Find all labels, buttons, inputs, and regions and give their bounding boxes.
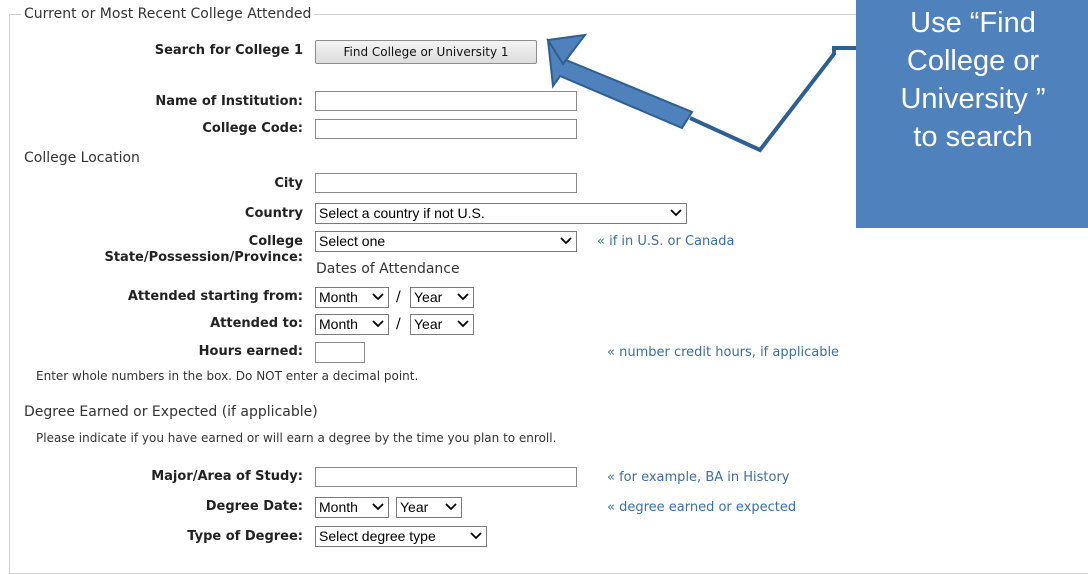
- state-select[interactable]: Select one: [315, 231, 577, 252]
- degree-year-value: Year: [400, 499, 429, 515]
- major-input[interactable]: [315, 467, 577, 487]
- search-college-label: Search for College 1: [154, 43, 303, 58]
- chevron-down-icon: [457, 320, 469, 328]
- degree-type-select[interactable]: Select degree type: [315, 526, 487, 547]
- from-month-value: Month: [319, 289, 358, 305]
- college-state-label: College: [248, 234, 303, 249]
- degree-type-value: Select degree type: [319, 528, 436, 544]
- chevron-down-icon: [372, 503, 384, 511]
- instruction-callout: Use “Find College or University ” to sea…: [856, 0, 1088, 228]
- hours-earned-input[interactable]: [315, 342, 365, 363]
- college-code-label: College Code:: [202, 121, 303, 136]
- degree-title: Degree Earned or Expected (if applicable…: [24, 404, 318, 420]
- hours-note: Enter whole numbers in the box. Do NOT e…: [36, 369, 419, 383]
- callout-line-2: College or: [906, 45, 1040, 77]
- to-year-value: Year: [414, 316, 443, 332]
- institution-name-input[interactable]: [315, 91, 577, 111]
- college-code-input[interactable]: [315, 119, 577, 139]
- to-month-value: Month: [319, 316, 358, 332]
- chevron-down-icon: [372, 293, 384, 301]
- find-college-button[interactable]: Find College or University 1: [315, 40, 537, 64]
- major-hint: « for example, BA in History: [607, 470, 790, 485]
- country-select[interactable]: Select a country if not U.S.: [315, 203, 687, 224]
- degree-date-label: Degree Date:: [205, 499, 303, 514]
- callout-line-3: University ”: [900, 83, 1046, 115]
- chevron-down-icon: [457, 293, 469, 301]
- degree-note: Please indicate if you have earned or wi…: [36, 431, 557, 445]
- college-location-title: College Location: [24, 150, 140, 166]
- date-separator: /: [396, 316, 401, 332]
- fieldset-legend: Current or Most Recent College Attended: [21, 6, 315, 22]
- country-select-value: Select a country if not U.S.: [319, 205, 485, 221]
- degree-month-value: Month: [319, 499, 358, 515]
- state-hint: « if in U.S. or Canada: [597, 234, 735, 249]
- major-label: Major/Area of Study:: [151, 469, 303, 484]
- institution-name-label: Name of Institution:: [155, 94, 303, 109]
- degree-type-label: Type of Degree:: [187, 529, 303, 544]
- chevron-down-icon: [670, 209, 682, 217]
- date-separator: /: [396, 289, 401, 305]
- degree-date-hint: « degree earned or expected: [607, 500, 797, 515]
- chevron-down-icon: [372, 320, 384, 328]
- from-year-value: Year: [414, 289, 443, 305]
- chevron-down-icon: [560, 237, 572, 245]
- state-select-value: Select one: [319, 233, 386, 249]
- dates-title: Dates of Attendance: [316, 261, 460, 277]
- city-input[interactable]: [315, 173, 577, 193]
- from-year-select[interactable]: Year: [410, 287, 474, 308]
- chevron-down-icon: [470, 532, 482, 540]
- from-month-select[interactable]: Month: [315, 287, 389, 308]
- chevron-down-icon: [445, 503, 457, 511]
- hours-hint: « number credit hours, if applicable: [607, 345, 840, 360]
- city-label: City: [274, 176, 303, 191]
- hours-earned-label: Hours earned:: [198, 344, 303, 359]
- attended-to-label: Attended to:: [210, 316, 303, 331]
- college-state-label-2: State/Possession/Province:: [104, 250, 303, 265]
- callout-line-4: to search: [913, 121, 1033, 153]
- to-month-select[interactable]: Month: [315, 314, 389, 335]
- degree-month-select[interactable]: Month: [315, 497, 389, 518]
- attended-from-label: Attended starting from:: [127, 289, 303, 304]
- degree-year-select[interactable]: Year: [396, 497, 462, 518]
- country-label: Country: [244, 206, 303, 221]
- find-college-button-label: Find College or University 1: [343, 45, 509, 59]
- callout-line-1: Use “Find: [910, 7, 1036, 39]
- to-year-select[interactable]: Year: [410, 314, 474, 335]
